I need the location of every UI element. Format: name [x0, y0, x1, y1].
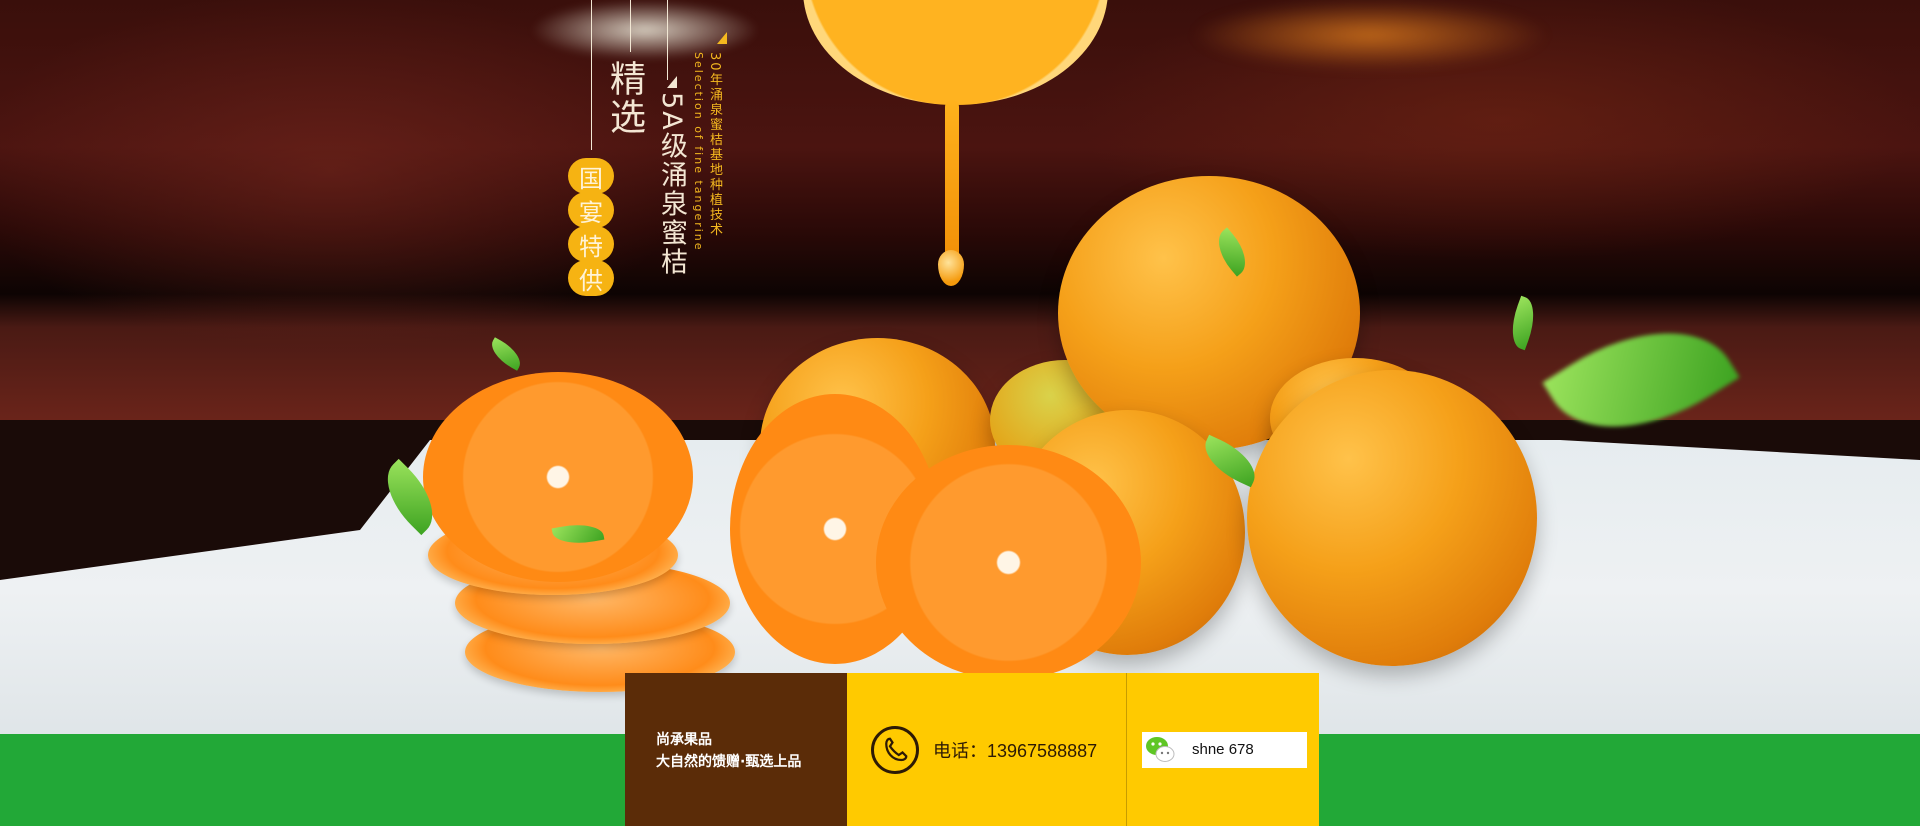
phone-panel[interactable]: 电话：13967588887: [847, 673, 1127, 826]
decor-line: [591, 0, 592, 150]
brand-name: 尚承果品: [656, 732, 712, 748]
wechat-id: shne 678: [1192, 741, 1254, 758]
hero-subtitle: 5A级涌泉蜜桔: [656, 92, 687, 277]
phone-number: 电话：13967588887: [933, 740, 1098, 761]
decor-line: [630, 0, 631, 52]
hero-banner: 精选 5A级涌泉蜜桔 30年涌泉蜜桔基地种植技术 Selection of fi…: [0, 0, 1920, 826]
badge-char: 供: [568, 260, 614, 296]
wechat-icon-glyph: [1146, 736, 1175, 762]
background-bowl: [530, 0, 760, 60]
phone-icon-glyph: [885, 737, 908, 761]
wechat-field[interactable]: shne 678: [1142, 731, 1307, 768]
hero-tagline: 30年涌泉蜜桔基地种植技术: [707, 52, 722, 238]
phone-icon: [871, 725, 919, 774]
decor-triangle: [667, 76, 677, 88]
badge-char: 宴: [568, 192, 614, 228]
orange-half-image: [876, 445, 1141, 680]
brand-slogan: 大自然的馈赠·甄选上品: [656, 754, 802, 770]
background-blurred-fruit: [1190, 0, 1550, 70]
hero-title: 精选: [604, 60, 645, 136]
hero-english-line: Selection of fine tangerine: [692, 52, 705, 252]
decor-line: [667, 0, 668, 80]
brand-panel: 尚承果品 大自然的馈赠·甄选上品: [625, 673, 847, 826]
badge-char: 特: [568, 226, 614, 262]
wechat-icon: [1144, 733, 1178, 767]
orange-half-image: [423, 372, 693, 582]
contact-bar: 尚承果品 大自然的馈赠·甄选上品 电话：13967588887 shne 678: [625, 673, 1319, 826]
orange-image: [1247, 370, 1537, 666]
badge-char: 国: [568, 158, 614, 194]
decor-triangle: [717, 32, 727, 44]
wechat-panel: shne 678: [1127, 673, 1319, 826]
